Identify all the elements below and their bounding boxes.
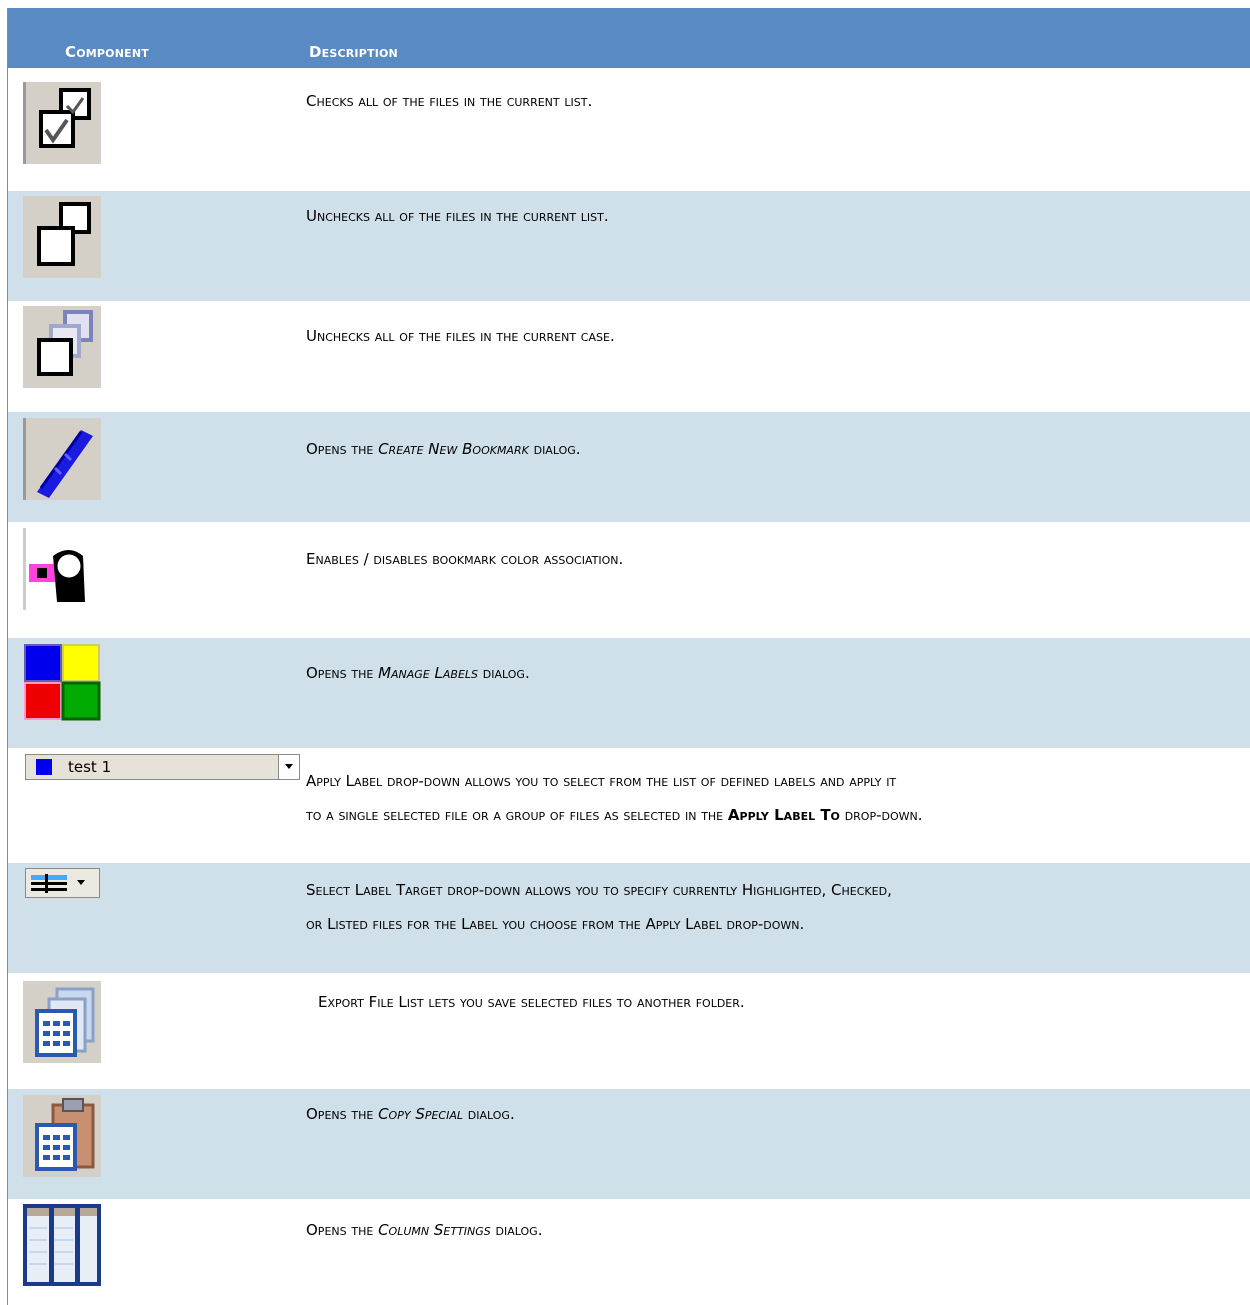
table-row: Unchecks all of the files in the current…	[8, 191, 1250, 301]
table-row: Checks all of the files in the current l…	[8, 68, 1250, 173]
row-description: Apply Label drop-down allows you to sele…	[306, 772, 923, 824]
table-row: Unchecks all of the files in the current…	[8, 301, 1250, 406]
table-row: Opens the Column Settings dialog.	[8, 1199, 1250, 1305]
label-target-icon[interactable]	[25, 868, 100, 902]
row-description: Opens the Copy Special dialog.	[306, 1105, 515, 1123]
header-description: Description	[309, 43, 398, 61]
manage-labels-icon[interactable]	[23, 643, 101, 725]
row-description: Select Label Target drop-down allows you…	[306, 881, 892, 933]
row-description: Opens the Create New Bookmark dialog.	[306, 440, 581, 458]
table-row: test 1 Apply Label drop-down allows you …	[8, 748, 1250, 858]
row-description: Opens the Manage Labels dialog.	[306, 664, 530, 682]
chevron-down-icon[interactable]	[278, 755, 299, 779]
bookmark-icon[interactable]	[23, 418, 101, 504]
column-settings-icon[interactable]	[23, 1204, 101, 1290]
table-row: Opens the Copy Special dialog.	[8, 1089, 1250, 1199]
row-description: Opens the Column Settings dialog.	[306, 1221, 543, 1239]
header-component: Component	[65, 43, 149, 61]
check-all-icon[interactable]	[23, 82, 101, 168]
table-row: Select Label Target drop-down allows you…	[8, 863, 1250, 973]
export-file-list-icon[interactable]	[23, 981, 101, 1067]
copy-special-icon[interactable]	[23, 1095, 101, 1181]
component-table: Component Description Checks all of the …	[7, 8, 1250, 1305]
dropdown-value: test 1	[68, 758, 112, 776]
row-description: Unchecks all of the files in the current…	[306, 207, 609, 225]
row-description: Export File List lets you save selected …	[318, 993, 745, 1011]
bookmark-color-icon[interactable]	[23, 528, 101, 614]
row-description: Checks all of the files in the current l…	[306, 92, 593, 110]
table-row: Export File List lets you save selected …	[8, 973, 1250, 1083]
uncheck-all-list-icon[interactable]	[23, 196, 101, 282]
row-description: Enables / disables bookmark color associ…	[306, 550, 624, 568]
row-description: Unchecks all of the files in the current…	[306, 327, 615, 345]
table-row: Enables / disables bookmark color associ…	[8, 522, 1250, 632]
table-row: Opens the Create New Bookmark dialog.	[8, 412, 1250, 522]
uncheck-all-case-icon[interactable]	[23, 306, 101, 392]
label-color-swatch	[36, 759, 52, 775]
table-row: Opens the Manage Labels dialog.	[8, 638, 1250, 748]
table-header: Component Description	[8, 8, 1250, 68]
apply-label-dropdown[interactable]: test 1	[25, 754, 300, 780]
